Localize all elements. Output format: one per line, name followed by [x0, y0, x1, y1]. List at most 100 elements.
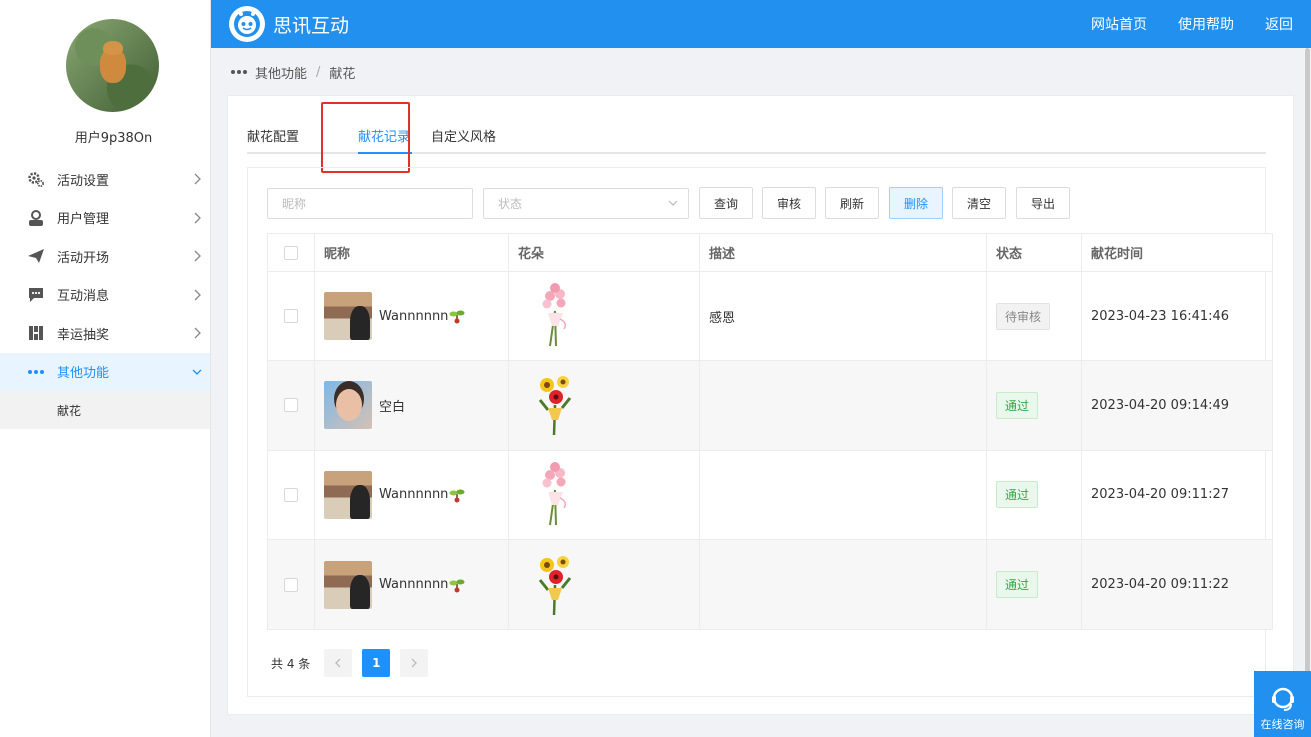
select-all-checkbox[interactable] [284, 245, 298, 260]
time-cell: 2023-04-20 09:11:22 [1082, 540, 1272, 629]
sidebar-menu: 活动设置 用户管理 活动开场 互动消息 幸运抽奖 其他功能 献花 [0, 160, 210, 429]
brand-logo-icon[interactable] [229, 6, 265, 42]
sidebar-item-other-functions[interactable]: 其他功能 [0, 352, 210, 391]
export-button[interactable]: 导出 [1016, 187, 1070, 219]
user-icon [27, 209, 45, 227]
delete-button[interactable]: 删除 [889, 187, 943, 219]
table-row[interactable]: Wannnnnn 通过 2023-04-20 09:11:27 [268, 450, 1272, 540]
row-select-cell [268, 361, 315, 450]
breadcrumb: 其他功能 / 献花 [231, 63, 355, 82]
chevron-right-icon [194, 289, 201, 301]
chevron-right-icon [411, 658, 418, 668]
sidebar-item-lucky-draw[interactable]: 幸运抽奖 [0, 314, 210, 353]
row-checkbox[interactable] [284, 309, 298, 324]
paper-plane-icon [27, 247, 45, 265]
row-checkbox[interactable] [284, 398, 298, 413]
sidebar-item-interactive-messages[interactable]: 互动消息 [0, 276, 210, 315]
page-button[interactable]: 1 [362, 649, 391, 677]
tab-flower-config[interactable]: 献花配置 [247, 126, 299, 145]
nav-back-link[interactable]: 返回 [1265, 14, 1293, 34]
lottery-icon [27, 324, 45, 342]
time-cell: 2023-04-23 16:41:46 [1082, 272, 1272, 360]
tab-flower-records[interactable]: 献花记录 [358, 126, 410, 145]
refresh-button[interactable]: 刷新 [825, 187, 879, 219]
tab-custom-style[interactable]: 自定义风格 [431, 126, 496, 145]
table-row[interactable]: 空白 通过 2023-04-20 09:14:49 [268, 361, 1272, 451]
column-header: 描述 [700, 234, 987, 271]
user-avatar [324, 381, 372, 430]
sidebar-subitem-flowers[interactable]: 献花 [0, 391, 210, 429]
row-checkbox[interactable] [284, 487, 298, 502]
status-cell: 通过 [987, 450, 1082, 539]
sidebar-item-user-management[interactable]: 用户管理 [0, 199, 210, 238]
pink-bouquet-image [542, 283, 567, 347]
chevron-down-icon [668, 200, 678, 206]
row-checkbox[interactable] [284, 577, 298, 592]
main-card: 献花配置 献花记录 自定义风格 昵称 状态 查询 审核 刷新 删除 清空 导出 … [227, 95, 1294, 715]
chevron-left-icon [335, 658, 341, 668]
sunflower-bouquet-image [538, 376, 572, 436]
scrollbar-thumb[interactable] [1305, 48, 1310, 673]
chevron-down-icon [192, 369, 202, 375]
pink-bouquet-image [542, 461, 567, 525]
status-cell: 通过 [987, 361, 1082, 450]
user-avatar [324, 470, 372, 519]
sidebar-item-label: 活动开场 [57, 250, 110, 266]
sidebar-item-label: 幸运抽奖 [57, 327, 110, 343]
column-header: 昵称 [315, 234, 509, 271]
total-count: 共 4 条 [271, 656, 311, 671]
flower-cell [509, 361, 700, 450]
online-consult-button[interactable]: 在线咨询 [1254, 671, 1311, 737]
flower-cell [509, 450, 700, 539]
nav-home-link[interactable]: 网站首页 [1091, 14, 1147, 34]
top-header: 思讯互动 网站首页 使用帮助 返回 [211, 0, 1311, 48]
query-button[interactable]: 查询 [699, 187, 753, 219]
tab-bar: 献花配置 献花记录 自定义风格 [247, 118, 1266, 154]
row-select-cell [268, 272, 315, 361]
consult-label: 在线咨询 [1260, 718, 1305, 731]
nickname-text: Wannnnnn [379, 308, 449, 324]
sidebar: 用户9p38On 活动设置 用户管理 活动开场 互动消息 幸运抽奖 其他功能 献… [0, 0, 211, 737]
active-tab-indicator [358, 152, 412, 154]
user-avatar[interactable] [66, 19, 159, 112]
sidebar-item-activity-opening[interactable]: 活动开场 [0, 237, 210, 276]
review-button[interactable]: 审核 [762, 187, 816, 219]
sidebar-item-label: 用户管理 [57, 212, 110, 228]
header-nav: 网站首页 使用帮助 返回 [1078, 0, 1311, 48]
status-select[interactable]: 状态 [483, 188, 689, 219]
brand-name: 思讯互动 [273, 15, 350, 37]
nickname-input[interactable]: 昵称 [267, 188, 473, 219]
column-header: 花朵 [509, 234, 700, 271]
header-select-all [268, 234, 315, 271]
row-select-cell [268, 539, 315, 630]
nickname-cell: Wannnnnn [315, 539, 509, 630]
time-text: 2023-04-23 16:41:46 [1091, 308, 1230, 324]
prev-page-button[interactable] [324, 649, 353, 677]
next-page-button[interactable] [400, 649, 429, 677]
username: 用户9p38On [74, 131, 153, 146]
time-text: 2023-04-20 09:11:27 [1091, 487, 1230, 503]
time-cell: 2023-04-20 09:11:27 [1082, 451, 1272, 539]
status-badge: 通过 [996, 481, 1039, 509]
table-row[interactable]: Wannnnnn 通过 2023-04-20 09:11:22 [268, 539, 1272, 630]
status-badge: 通过 [996, 391, 1039, 419]
nav-help-link[interactable]: 使用帮助 [1178, 14, 1234, 34]
row-select-cell [268, 450, 315, 539]
sidebar-item-label: 互动消息 [57, 289, 110, 305]
sprout-icon [449, 579, 465, 593]
nickname-text: 空白 [379, 399, 406, 415]
status-cell: 待审核 [987, 272, 1082, 361]
table-row[interactable]: Wannnnnn 感恩 待审核 2023-04-23 16:41:46 [268, 272, 1272, 362]
sidebar-item-activity-settings[interactable]: 活动设置 [0, 160, 210, 199]
description-text: 感恩 [709, 310, 736, 326]
description-cell [700, 361, 987, 450]
sprout-icon [449, 310, 465, 324]
chevron-right-icon [194, 250, 201, 262]
more-dots-icon [27, 363, 45, 381]
flower-cell [509, 539, 700, 630]
clear-button[interactable]: 清空 [952, 187, 1006, 219]
records-table: 昵称 花朵 描述 状态 献花时间 Wannnnnn 感恩 待审核 2023-04… [267, 233, 1273, 631]
breadcrumb-parent[interactable]: 其他功能 [255, 63, 307, 82]
chevron-right-icon [194, 327, 201, 339]
page-scrollbar[interactable] [1304, 48, 1311, 737]
